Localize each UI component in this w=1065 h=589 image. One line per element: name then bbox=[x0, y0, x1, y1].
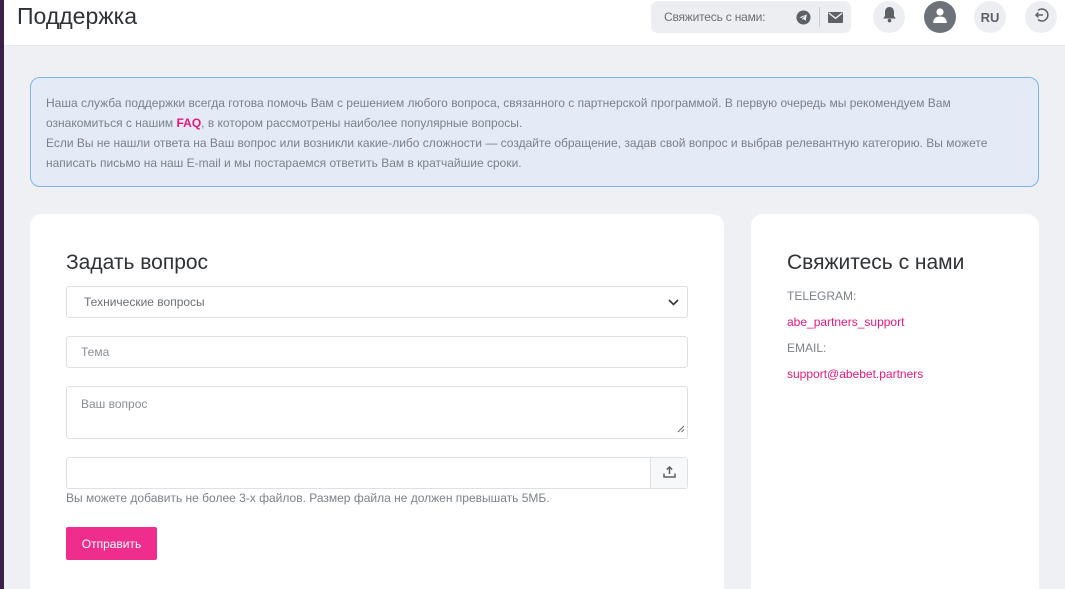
submit-button[interactable]: Отправить bbox=[66, 527, 157, 560]
mail-icon[interactable] bbox=[820, 1, 851, 33]
user-icon bbox=[932, 7, 948, 28]
info-text-part3: Если Вы не нашли ответа на Ваш вопрос ил… bbox=[46, 136, 988, 170]
app-sidebar-edge bbox=[0, 0, 4, 589]
contact-us-card: Свяжитесь с нами TELEGRAM: abe_partners_… bbox=[751, 214, 1039, 589]
question-placeholder: Ваш вопрос bbox=[81, 397, 148, 411]
question-textarea[interactable]: Ваш вопрос bbox=[66, 386, 688, 439]
top-header: Поддержка Свяжитесь с нами: RU bbox=[4, 0, 1065, 46]
contact-us-title: Свяжитесь с нами bbox=[787, 251, 965, 274]
file-input[interactable] bbox=[66, 457, 688, 489]
email-link[interactable]: support@abebet.partners bbox=[787, 367, 923, 381]
email-label: EMAIL: bbox=[787, 341, 827, 355]
subject-input[interactable]: Тема bbox=[66, 336, 688, 368]
telegram-label: TELEGRAM: bbox=[787, 289, 857, 303]
upload-icon bbox=[662, 465, 676, 481]
category-select-value: Технические вопросы bbox=[84, 295, 205, 309]
chevron-down-icon bbox=[659, 298, 687, 306]
page-title: Поддержка bbox=[17, 3, 137, 29]
resize-grip-icon[interactable] bbox=[677, 422, 685, 436]
language-label: RU bbox=[980, 9, 1000, 25]
notifications-button[interactable] bbox=[873, 1, 905, 33]
contact-pill-label: Свяжитесь с нами: bbox=[664, 10, 766, 24]
logout-icon bbox=[1033, 7, 1049, 28]
subject-placeholder: Тема bbox=[81, 345, 110, 359]
language-button[interactable]: RU bbox=[974, 1, 1006, 33]
ask-question-title: Задать вопрос bbox=[66, 251, 209, 274]
file-hint: Вы можете добавить не более 3-х файлов. … bbox=[66, 491, 550, 505]
telegram-icon[interactable] bbox=[787, 1, 818, 33]
category-select[interactable]: Технические вопросы bbox=[66, 286, 688, 318]
ask-question-card: Задать вопрос Технические вопросы Тема В… bbox=[30, 214, 724, 589]
bell-icon bbox=[882, 6, 897, 28]
info-text-part2: , в котором рассмотрены наиболее популяр… bbox=[201, 116, 523, 130]
contact-pill: Свяжитесь с нами: bbox=[651, 1, 851, 33]
faq-link[interactable]: FAQ bbox=[176, 116, 201, 130]
telegram-link[interactable]: abe_partners_support bbox=[787, 315, 904, 329]
upload-button[interactable] bbox=[650, 458, 687, 488]
support-info-box: Наша служба поддержки всегда готова помо… bbox=[30, 77, 1039, 187]
user-avatar-button[interactable] bbox=[924, 1, 956, 33]
logout-button[interactable] bbox=[1025, 1, 1057, 33]
